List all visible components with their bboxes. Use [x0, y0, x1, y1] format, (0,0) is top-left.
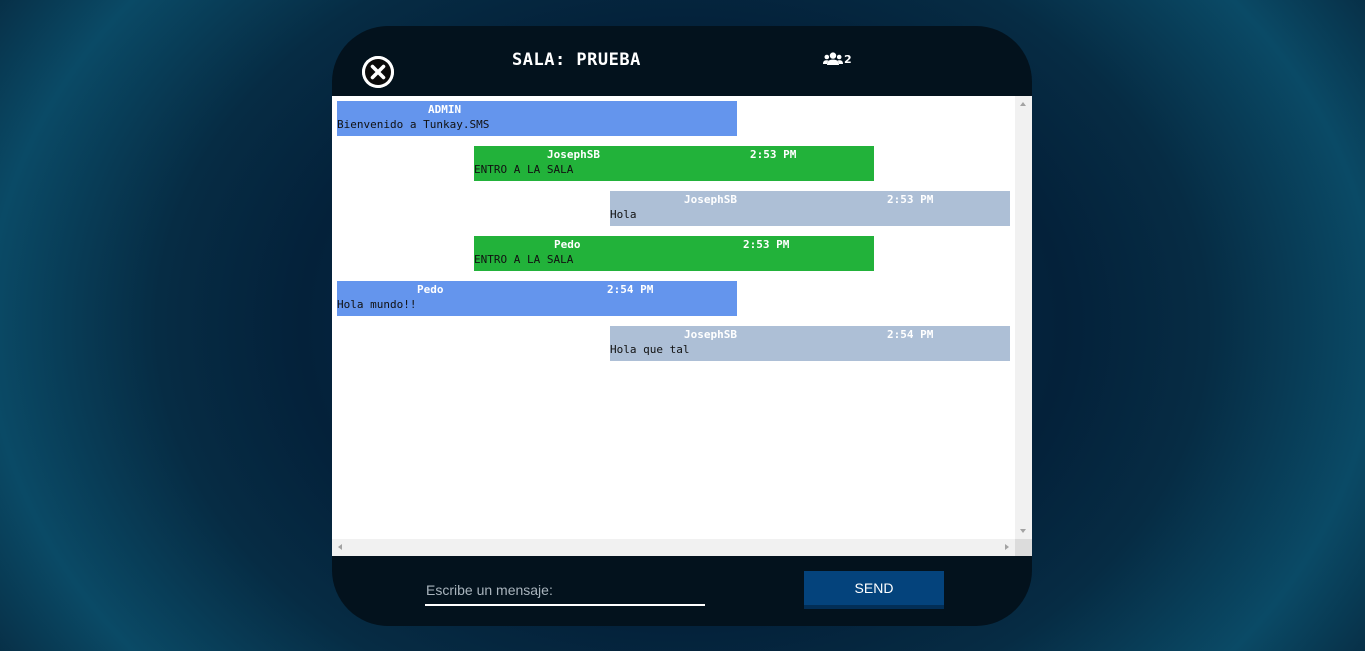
message-author: JosephSB: [684, 193, 737, 206]
scroll-up-icon[interactable]: [1020, 102, 1026, 106]
message-author: JosephSB: [547, 148, 600, 161]
users-count: 2: [844, 53, 852, 66]
message-author: Pedo: [417, 283, 444, 296]
message-author: ADMIN: [428, 103, 462, 116]
message-text: ENTRO A LA SALA: [474, 163, 574, 176]
message-item: Pedo 2:54 PM Hola mundo!!: [337, 281, 737, 316]
close-button[interactable]: [362, 56, 394, 88]
message-text: Hola que tal: [610, 343, 690, 356]
send-button[interactable]: SEND: [804, 571, 944, 609]
message-time: 2:54 PM: [607, 283, 654, 296]
horizontal-scrollbar[interactable]: [332, 539, 1015, 556]
scroll-right-icon[interactable]: [1005, 544, 1009, 550]
message-time: 2:53 PM: [887, 193, 934, 206]
chat-window: SALA: PRUEBA 2 ADMIN Bienvenido a Tunkay…: [332, 26, 1032, 626]
message-text: Hola mundo!!: [337, 298, 417, 311]
chat-header: SALA: PRUEBA 2: [332, 26, 1032, 96]
message-input[interactable]: [425, 576, 705, 606]
message-author: Pedo: [554, 238, 581, 251]
message-item: JosephSB 2:53 PM ENTRO A LA SALA: [474, 146, 874, 181]
message-author: JosephSB: [684, 328, 737, 341]
message-item: JosephSB 2:53 PM Hola: [610, 191, 1010, 226]
message-time: 2:53 PM: [750, 148, 797, 161]
users-online: 2: [823, 52, 852, 66]
composer: SEND: [332, 556, 1032, 626]
message-text: Bienvenido a Tunkay.SMS: [337, 118, 490, 131]
message-text: Hola: [610, 208, 637, 221]
scroll-left-icon[interactable]: [338, 544, 342, 550]
users-icon: [823, 52, 843, 65]
message-text: ENTRO A LA SALA: [474, 253, 574, 266]
vertical-scrollbar[interactable]: [1015, 96, 1032, 539]
message-time: 2:54 PM: [887, 328, 934, 341]
room-title: SALA: PRUEBA: [512, 50, 641, 70]
close-icon[interactable]: [362, 56, 394, 88]
scroll-down-icon[interactable]: [1020, 529, 1026, 533]
message-item: Pedo 2:53 PM ENTRO A LA SALA: [474, 236, 874, 271]
message-area[interactable]: ADMIN Bienvenido a Tunkay.SMS JosephSB 2…: [332, 96, 1032, 556]
message-list: ADMIN Bienvenido a Tunkay.SMS JosephSB 2…: [332, 96, 1015, 539]
message-item: JosephSB 2:54 PM Hola que tal: [610, 326, 1010, 361]
message-item: ADMIN Bienvenido a Tunkay.SMS: [337, 101, 737, 136]
scrollbar-corner: [1015, 539, 1032, 556]
message-time: 2:53 PM: [743, 238, 790, 251]
